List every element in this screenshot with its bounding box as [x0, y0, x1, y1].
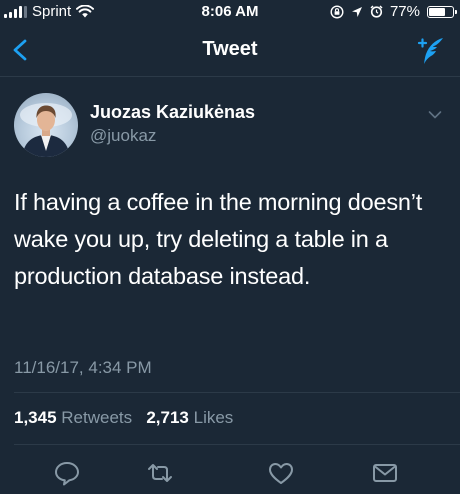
author-handle[interactable]: @juokaz: [90, 126, 156, 146]
compose-tweet-icon[interactable]: [416, 36, 446, 66]
avatar-portrait: [20, 103, 72, 157]
heart-icon[interactable]: [267, 460, 295, 486]
retweet-icon[interactable]: [146, 460, 174, 486]
envelope-icon[interactable]: [371, 460, 399, 486]
lock-rotation-icon: [330, 4, 344, 19]
alarm-icon: [370, 5, 383, 18]
status-bar: Sprint 8:06 AM 77%: [0, 0, 460, 26]
battery-icon: [427, 5, 457, 18]
status-right: 77%: [330, 3, 457, 20]
battery-percent: 77%: [389, 3, 420, 20]
battery-cap: [455, 9, 457, 14]
top-bar: Sprint 8:06 AM 77% Tweet: [0, 0, 460, 77]
author-name[interactable]: Juozas Kaziukėnas: [90, 102, 255, 123]
reply-icon[interactable]: [53, 460, 81, 486]
retweets-label[interactable]: Retweets: [61, 408, 132, 427]
chevron-down-icon[interactable]: [428, 110, 442, 120]
divider: [14, 444, 460, 445]
avatar[interactable]: [14, 93, 78, 157]
location-arrow-icon: [351, 6, 362, 17]
divider: [14, 392, 460, 393]
page-title: Tweet: [202, 38, 258, 60]
retweets-count[interactable]: 1,345: [14, 408, 57, 427]
tweet-stats: 1,345 Retweets 2,713 Likes: [14, 408, 233, 428]
battery-level-fill: [429, 7, 445, 16]
tweet-timestamp: 11/16/17, 4:34 PM: [14, 358, 152, 377]
likes-label[interactable]: Likes: [194, 408, 234, 427]
likes-count[interactable]: 2,713: [146, 408, 189, 427]
tweet-text: If having a coffee in the morning doesn’…: [14, 189, 423, 289]
